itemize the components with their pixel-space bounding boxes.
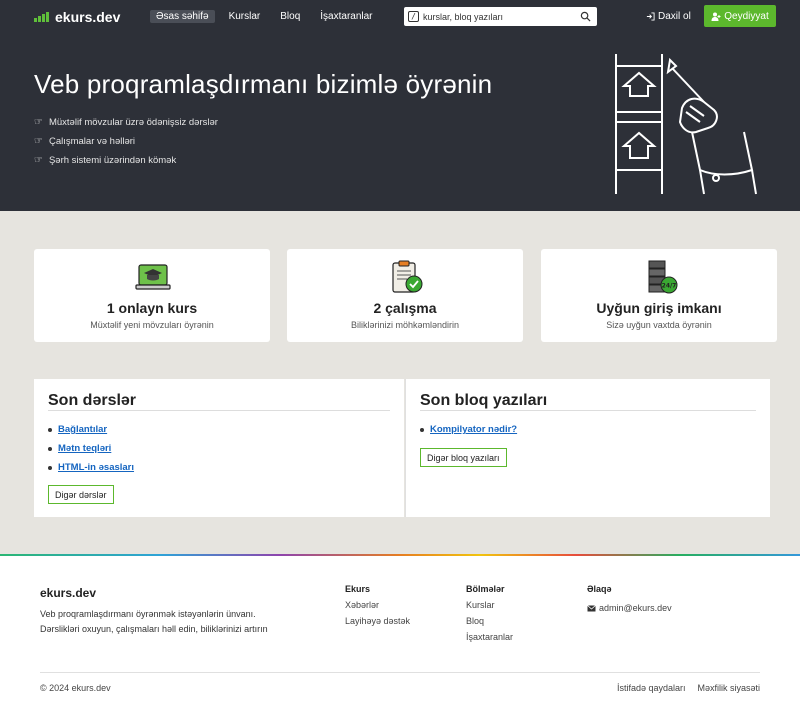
footer-col-title: Ekurs xyxy=(345,584,371,594)
blog-link[interactable]: Kompilyator nədir? xyxy=(430,424,517,435)
logo[interactable]: ekurs.dev xyxy=(34,9,120,25)
footer-col-title: Əlaqə xyxy=(587,584,612,594)
feature-card-exercises: 2 çalışma Biliklərinizi möhkəmləndirin xyxy=(287,249,523,342)
divider xyxy=(48,410,390,411)
server-24-7-icon: 24/7 xyxy=(648,260,678,294)
bullet-dot xyxy=(420,427,424,432)
top-navbar: ekurs.dev Əsas səhifə Kurslar Bloq İşaxt… xyxy=(0,0,800,34)
list-item: Mətn teqləri xyxy=(48,439,134,458)
recent-lessons-panel: Son dərslər Bağlantılar Mətn teqləri HTM… xyxy=(34,379,404,517)
divider xyxy=(420,410,756,411)
feature-subtitle: Sizə uyğun vaxtda öyrənin xyxy=(606,320,712,330)
list-item: HTML-in əsasları xyxy=(48,458,134,477)
nav-home[interactable]: Əsas səhifə xyxy=(150,10,215,23)
more-blog-button[interactable]: Digər bloq yazıları xyxy=(420,448,507,467)
nav-jobseekers[interactable]: İşaxtaranlar xyxy=(314,10,378,23)
footer: ekurs.dev Veb proqramlaşdırmanı öyrənmək… xyxy=(0,556,800,701)
recent-blog-panel: Son bloq yazıları Kompilyator nədir? Dig… xyxy=(405,379,770,517)
footer-col-title: Bölmələr xyxy=(466,584,505,594)
hero-bullet-text: Şərh sistemi üzərindən kömək xyxy=(48,155,177,166)
register-label: Qeydiyyat xyxy=(724,10,769,22)
user-plus-icon xyxy=(711,12,721,21)
feature-title: Uyğun giriş imkanı xyxy=(596,300,722,316)
hero-bullet-text: Müxtəlif mövzular üzrə ödənişsiz dərslər xyxy=(48,117,218,128)
hero-section: ekurs.dev Əsas səhifə Kurslar Bloq İşaxt… xyxy=(0,0,800,211)
search-box: / xyxy=(404,7,597,26)
envelope-icon xyxy=(587,604,596,611)
svg-text:24/7: 24/7 xyxy=(662,283,677,290)
footer-col-ekurs: Ekurs Xəbərlər Layihəyə dəstək xyxy=(345,584,410,632)
footer-divider xyxy=(40,672,760,673)
hero-bullet: ☞ Çalışmalar və həlləri xyxy=(34,132,218,151)
list-item: Kompilyator nədir? xyxy=(420,420,517,439)
footer-email: admin@ekurs.dev xyxy=(599,603,672,613)
hero-title: Veb proqramlaşdırmanı bizimlə öyrənin xyxy=(34,69,493,99)
bullet-dot xyxy=(48,465,52,470)
copyright: © 2024 ekurs.dev xyxy=(40,683,111,693)
footer-legal-links: İstifadə qaydaları Məxfilik siyasəti xyxy=(617,683,760,693)
hand-drawing-arrows-illustration xyxy=(615,54,757,195)
nav-courses[interactable]: Kurslar xyxy=(223,10,267,23)
lesson-link[interactable]: Mətn teqləri xyxy=(58,443,111,454)
login-icon xyxy=(646,12,655,21)
graduation-laptop-icon xyxy=(135,264,171,290)
pointing-hand-icon: ☞ xyxy=(34,117,43,128)
footer-description: Veb proqramlaşdırmanı öyrənmək istəyənlə… xyxy=(40,609,268,634)
list-item: Bağlantılar xyxy=(48,420,134,439)
footer-col-contact: Əlaqə admin@ekurs.dev xyxy=(587,584,672,616)
footer-link-support[interactable]: Layihəyə dəstək xyxy=(345,616,410,632)
more-lessons-button[interactable]: Digər dərslər xyxy=(48,485,114,504)
bullet-dot xyxy=(48,427,52,432)
login-link[interactable]: Daxil ol xyxy=(646,11,691,22)
feature-subtitle: Biliklərinizi möhkəmləndirin xyxy=(350,320,460,330)
feature-title: 1 onlayn kurs xyxy=(106,300,198,316)
footer-brand: ekurs.dev xyxy=(40,586,97,600)
slash-shortcut-icon: / xyxy=(408,11,419,22)
pointing-hand-icon: ☞ xyxy=(34,155,43,166)
lesson-link[interactable]: HTML-in əsasları xyxy=(58,462,134,473)
recent-blog-list: Kompilyator nədir? xyxy=(420,420,517,439)
recent-lessons-list: Bağlantılar Mətn teqləri HTML-in əsaslar… xyxy=(48,420,134,477)
lesson-link[interactable]: Bağlantılar xyxy=(58,424,107,435)
footer-link-jobseekers[interactable]: İşaxtaranlar xyxy=(466,632,513,648)
feature-subtitle: Müxtəlif yeni mövzuları öyrənin xyxy=(90,320,214,330)
logo-text: ekurs.dev xyxy=(55,9,121,25)
hero-bullet: ☞ Müxtəlif mövzular üzrə ödənişsiz dərslə… xyxy=(34,113,218,132)
footer-link-news[interactable]: Xəbərlər xyxy=(345,600,410,616)
footer-email-row[interactable]: admin@ekurs.dev xyxy=(587,600,672,616)
hero-bullet-text: Çalışmalar və həlləri xyxy=(48,136,136,147)
feature-card-courses: 1 onlayn kurs Müxtəlif yeni mövzuları öy… xyxy=(34,249,270,342)
footer-link-blog[interactable]: Bloq xyxy=(466,616,513,632)
nav-blog[interactable]: Bloq xyxy=(274,10,306,23)
logo-bars-icon xyxy=(34,12,49,22)
login-label: Daxil ol xyxy=(658,11,691,22)
recent-lessons-title: Son dərslər xyxy=(48,392,137,409)
privacy-link[interactable]: Məxfilik siyasəti xyxy=(697,683,760,693)
register-button[interactable]: Qeydiyyat xyxy=(704,5,776,27)
bullet-dot xyxy=(48,446,52,451)
terms-link[interactable]: İstifadə qaydaları xyxy=(617,683,686,693)
recent-blog-title: Son bloq yazıları xyxy=(420,392,548,409)
footer-link-courses[interactable]: Kurslar xyxy=(466,600,513,616)
nav-links: Əsas səhifə Kurslar Bloq İşaxtaranlar xyxy=(150,10,387,23)
clipboard-check-icon xyxy=(392,260,423,293)
search-icon[interactable] xyxy=(580,11,591,22)
hero-bullets: ☞ Müxtəlif mövzular üzrə ödənişsiz dərslə… xyxy=(34,113,218,170)
search-input[interactable] xyxy=(423,11,573,22)
feature-card-access: 24/7 Uyğun giriş imkanı Sizə uyğun vaxtd… xyxy=(541,249,777,342)
footer-col-sections: Bölmələr Kurslar Bloq İşaxtaranlar xyxy=(466,584,513,648)
feature-title: 2 çalışma xyxy=(373,300,437,316)
pointing-hand-icon: ☞ xyxy=(34,136,43,147)
hero-bullet: ☞ Şərh sistemi üzərindən kömək xyxy=(34,151,218,170)
